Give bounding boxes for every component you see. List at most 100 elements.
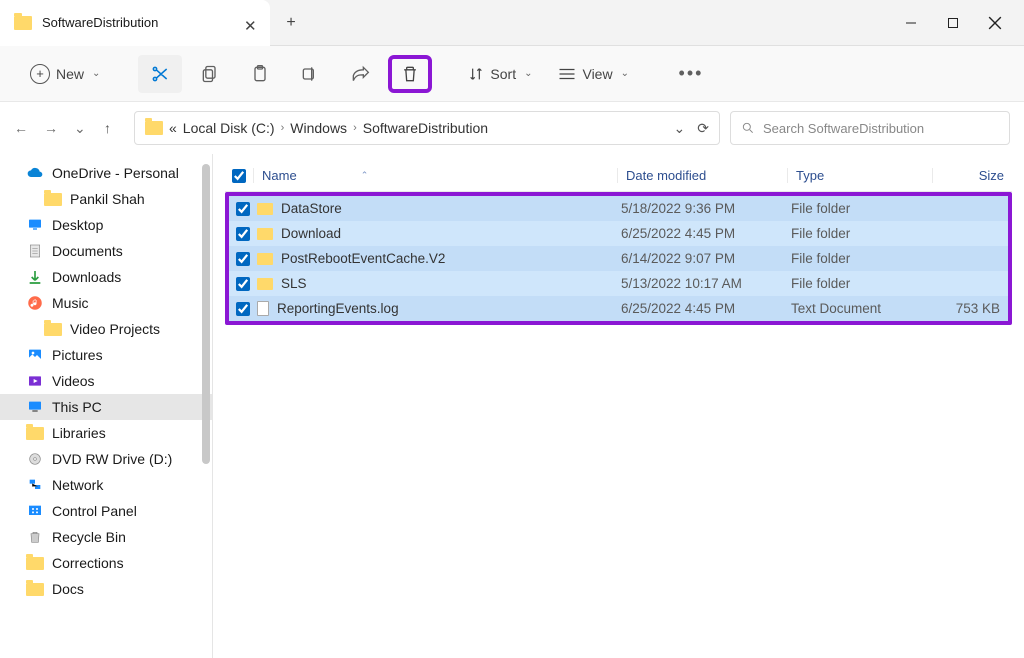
row-checkbox[interactable] xyxy=(229,202,257,216)
breadcrumb-item[interactable]: Windows xyxy=(290,120,347,136)
file-row[interactable]: ReportingEvents.log6/25/2022 4:45 PMText… xyxy=(229,296,1008,321)
trash-icon xyxy=(400,64,420,84)
share-button[interactable] xyxy=(338,55,382,93)
sidebar-item[interactable]: Libraries xyxy=(0,420,212,446)
sidebar-item[interactable]: This PC xyxy=(0,394,212,420)
sort-label: Sort xyxy=(490,66,516,82)
column-header-size[interactable]: Size xyxy=(932,168,1012,183)
delete-button[interactable] xyxy=(388,55,432,93)
sidebar-item[interactable]: OneDrive - Personal xyxy=(0,160,212,186)
chevron-down-icon: ⌄ xyxy=(621,68,629,79)
share-icon xyxy=(350,64,370,84)
file-row[interactable]: SLS5/13/2022 10:17 AMFile folder xyxy=(229,271,1008,296)
video-icon xyxy=(26,373,44,389)
sidebar-item[interactable]: Music xyxy=(0,290,212,316)
music-icon xyxy=(26,295,44,311)
copy-button[interactable] xyxy=(188,55,232,93)
folder-icon xyxy=(26,555,44,571)
file-size-cell: 753 KB xyxy=(928,301,1008,316)
rename-button[interactable] xyxy=(288,55,332,93)
sidebar-item-label: Pictures xyxy=(52,347,103,363)
file-name: Download xyxy=(281,226,341,241)
cut-button[interactable] xyxy=(138,55,182,93)
folder-icon xyxy=(44,191,62,207)
sidebar-item[interactable]: Documents xyxy=(0,238,212,264)
desktop-icon xyxy=(26,217,44,233)
pc-icon xyxy=(26,399,44,415)
folder-icon xyxy=(26,425,44,441)
row-checkbox[interactable] xyxy=(229,277,257,291)
sidebar-item-label: Recycle Bin xyxy=(52,529,126,545)
breadcrumb-item[interactable]: Local Disk (C:) xyxy=(183,120,275,136)
search-box[interactable] xyxy=(730,111,1010,145)
sidebar-item[interactable]: Control Panel xyxy=(0,498,212,524)
sidebar-item[interactable]: Videos xyxy=(0,368,212,394)
more-button[interactable]: ••• xyxy=(669,55,713,93)
view-button[interactable]: View ⌄ xyxy=(548,60,638,88)
main-area: OneDrive - Personal Pankil ShahDesktop Doc… xyxy=(0,154,1024,658)
sidebar-item[interactable]: Network xyxy=(0,472,212,498)
file-modified-cell: 6/25/2022 4:45 PM xyxy=(613,226,783,241)
file-type-cell: File folder xyxy=(783,251,928,266)
sidebar-item[interactable]: Pankil Shah xyxy=(0,186,212,212)
maximize-button[interactable] xyxy=(944,14,962,32)
new-tab-button[interactable]: + xyxy=(270,14,312,32)
file-name: ReportingEvents.log xyxy=(277,301,399,316)
recent-dropdown[interactable]: ⌄ xyxy=(74,120,94,137)
column-header-modified[interactable]: Date modified xyxy=(617,168,787,183)
forward-button[interactable]: → xyxy=(44,120,64,136)
sidebar-item[interactable]: Recycle Bin xyxy=(0,524,212,550)
sidebar-item[interactable]: Downloads xyxy=(0,264,212,290)
file-row[interactable]: Download6/25/2022 4:45 PMFile folder xyxy=(229,221,1008,246)
sidebar-item[interactable]: Pictures xyxy=(0,342,212,368)
address-bar[interactable]: « Local Disk (C:) › Windows › SoftwareDi… xyxy=(134,111,720,145)
chevron-right-icon: › xyxy=(353,122,357,134)
address-dropdown[interactable]: ⌄ xyxy=(674,120,686,137)
folder-icon xyxy=(26,581,44,597)
sidebar-item[interactable]: Docs xyxy=(0,576,212,602)
sidebar-item[interactable]: Video Projects xyxy=(0,316,212,342)
nav-bar: ← → ⌄ ↑ « Local Disk (C:) › Windows › So… xyxy=(0,102,1024,154)
column-header-type[interactable]: Type xyxy=(787,168,932,183)
breadcrumb-item[interactable]: SoftwareDistribution xyxy=(363,120,488,136)
new-button[interactable]: + New ⌄ xyxy=(18,58,112,90)
up-button[interactable]: ↑ xyxy=(104,120,124,136)
sidebar-item-label: Documents xyxy=(52,243,123,259)
file-name-cell: ReportingEvents.log xyxy=(257,301,613,316)
file-name: SLS xyxy=(281,276,307,291)
close-window-button[interactable] xyxy=(986,14,1004,32)
window-tab[interactable]: SoftwareDistribution ✕ xyxy=(0,0,270,46)
sidebar-item[interactable]: DVD RW Drive (D:) xyxy=(0,446,212,472)
sidebar-item[interactable]: Corrections xyxy=(0,550,212,576)
file-type-cell: Text Document xyxy=(783,301,928,316)
search-input[interactable] xyxy=(763,121,999,136)
rename-icon xyxy=(300,64,320,84)
file-row[interactable]: DataStore5/18/2022 9:36 PMFile folder xyxy=(229,196,1008,221)
sidebar-item-label: Music xyxy=(52,295,89,311)
row-checkbox[interactable] xyxy=(229,252,257,266)
view-label: View xyxy=(582,66,612,82)
select-all-checkbox[interactable] xyxy=(225,169,253,183)
row-checkbox[interactable] xyxy=(229,227,257,241)
close-tab-icon[interactable]: ✕ xyxy=(244,17,256,29)
sidebar-item[interactable]: Desktop xyxy=(0,212,212,238)
scissors-icon xyxy=(150,64,170,84)
minimize-button[interactable] xyxy=(902,14,920,32)
column-header-name[interactable]: Name⌃ xyxy=(253,168,617,183)
row-checkbox[interactable] xyxy=(229,302,257,316)
breadcrumb-prefix: « xyxy=(169,120,177,136)
file-row[interactable]: PostRebootEventCache.V26/14/2022 9:07 PM… xyxy=(229,246,1008,271)
cloud-icon xyxy=(26,165,44,181)
scrollbar-thumb[interactable] xyxy=(202,164,210,464)
network-icon xyxy=(26,477,44,493)
refresh-button[interactable]: ⟳ xyxy=(697,120,709,137)
paste-button[interactable] xyxy=(238,55,282,93)
sort-button[interactable]: Sort ⌄ xyxy=(458,60,542,88)
sidebar-item-label: OneDrive - Personal xyxy=(52,165,179,181)
control-icon xyxy=(26,503,44,519)
column-headers: Name⌃ Date modified Type Size xyxy=(225,160,1012,192)
file-list: DataStore5/18/2022 9:36 PMFile folder Dow… xyxy=(225,192,1012,325)
file-name-cell: SLS xyxy=(257,276,613,291)
back-button[interactable]: ← xyxy=(14,120,34,136)
download-icon xyxy=(26,269,44,285)
